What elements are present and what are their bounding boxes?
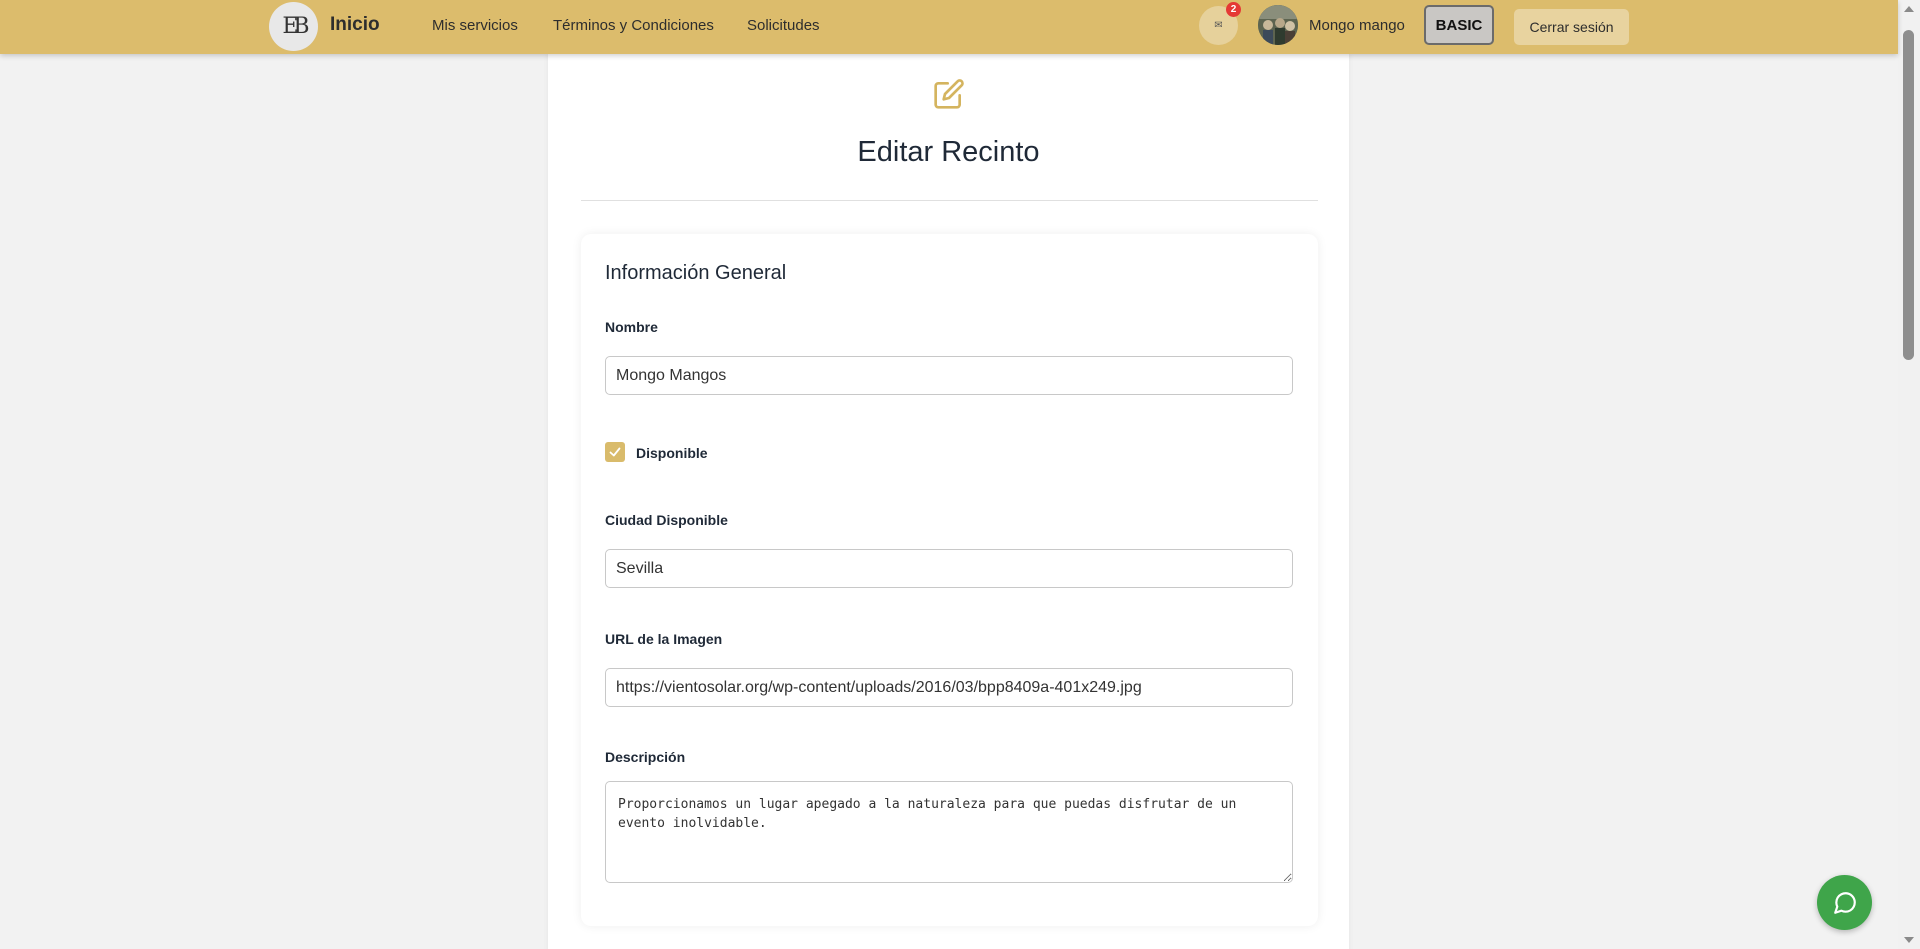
city-label: Ciudad Disponible: [605, 512, 728, 528]
scroll-down-arrow[interactable]: [1904, 937, 1914, 943]
chat-icon: [1833, 891, 1856, 914]
top-navbar: EB Inicio Mis servicios Términos y Condi…: [0, 0, 1898, 54]
name-label: Nombre: [605, 319, 658, 335]
image-url-input[interactable]: [605, 668, 1293, 707]
logout-button[interactable]: Cerrar sesión: [1514, 9, 1629, 45]
logo[interactable]: EB: [269, 2, 318, 51]
mail-icon: ✉: [1214, 20, 1223, 31]
city-input[interactable]: [605, 549, 1293, 588]
check-icon: [609, 447, 621, 457]
nav-link-solicitudes[interactable]: Solicitudes: [747, 17, 820, 34]
section-title: Información General: [605, 262, 787, 284]
scroll-up-arrow[interactable]: [1904, 6, 1914, 12]
edit-icon: [934, 79, 964, 109]
available-label: Disponible: [636, 445, 708, 461]
plan-badge[interactable]: BASIC: [1424, 5, 1494, 45]
brand-home-link[interactable]: Inicio: [330, 14, 380, 36]
username[interactable]: Mongo mango: [1309, 17, 1405, 34]
nav-link-mis-servicios[interactable]: Mis servicios: [432, 17, 518, 34]
avatar-image: [1258, 5, 1298, 45]
avatar[interactable]: [1258, 5, 1298, 45]
scrollbar-thumb[interactable]: [1903, 30, 1914, 360]
page-title: Editar Recinto: [857, 136, 1040, 168]
chat-button[interactable]: [1817, 875, 1872, 930]
image-url-label: URL de la Imagen: [605, 631, 723, 647]
available-checkbox[interactable]: [605, 442, 625, 462]
description-label: Descripción: [605, 749, 686, 765]
title-divider: [581, 200, 1318, 201]
name-input[interactable]: [605, 356, 1293, 395]
notification-badge: 2: [1226, 2, 1241, 17]
nav-link-terminos[interactable]: Términos y Condiciones: [553, 17, 714, 34]
description-textarea[interactable]: Proporcionamos un lugar apegado a la nat…: [605, 781, 1293, 883]
